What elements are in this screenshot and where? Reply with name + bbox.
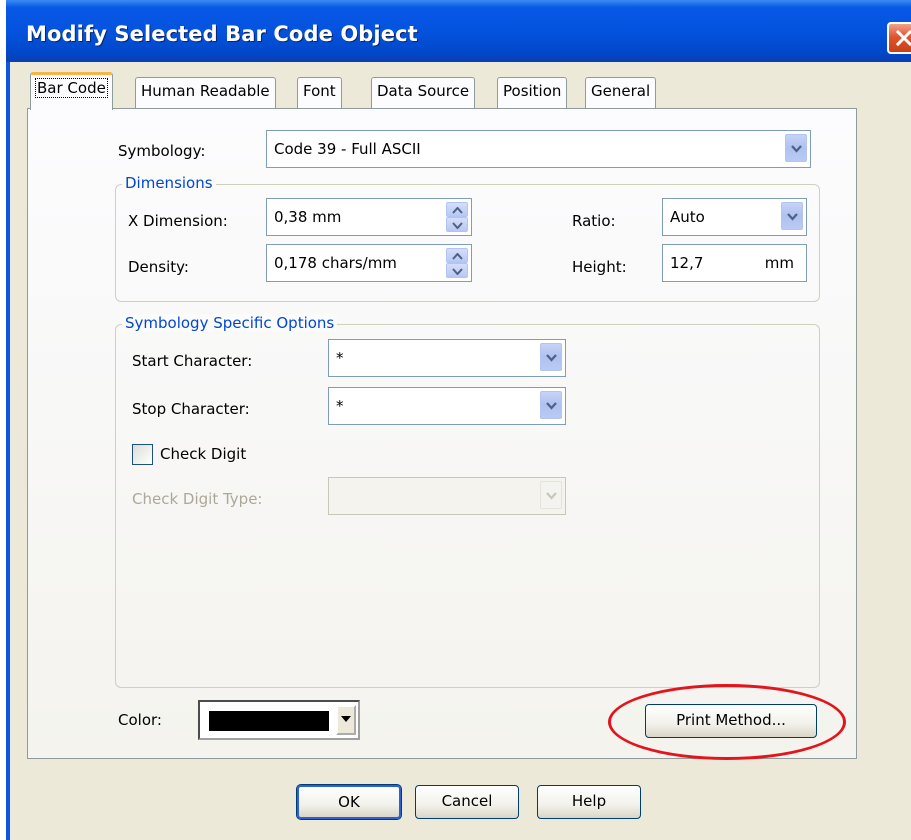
symbology-value: Code 39 - Full ASCII <box>274 140 421 158</box>
color-dropdown-button[interactable] <box>336 705 356 735</box>
title-bar[interactable]: Modify Selected Bar Code Object <box>6 0 911 62</box>
close-icon <box>895 29 911 47</box>
density-label: Density: <box>128 258 189 276</box>
stop-character-value: * <box>336 397 344 415</box>
spin-down-button[interactable] <box>446 263 468 278</box>
spin-down-button[interactable] <box>446 217 468 232</box>
density-spinner[interactable]: 0,178 chars/mm <box>266 244 472 282</box>
chevron-down-icon <box>452 222 463 229</box>
dialog-title: Modify Selected Bar Code Object <box>26 22 418 46</box>
tab-bar-code[interactable]: Bar Code <box>30 72 113 110</box>
color-label: Color: <box>118 711 162 729</box>
chevron-down-icon <box>791 145 802 153</box>
height-unit: mm <box>764 254 794 272</box>
cancel-button[interactable]: Cancel <box>415 785 519 819</box>
spin-up-button[interactable] <box>446 248 468 263</box>
ok-label: OK <box>338 793 360 811</box>
tab-font[interactable]: Font <box>297 77 342 108</box>
density-value: 0,178 chars/mm <box>274 254 397 272</box>
density-spin-buttons[interactable] <box>446 248 468 278</box>
stop-character-select[interactable]: * <box>328 387 566 425</box>
triangle-down-icon <box>341 716 351 722</box>
symbology-options-group-title: Symbology Specific Options <box>122 314 338 332</box>
stop-character-dropdown-button[interactable] <box>540 391 562 419</box>
chevron-down-icon <box>546 402 557 410</box>
stop-character-label: Stop Character: <box>132 400 250 418</box>
height-label: Height: <box>572 258 627 276</box>
ratio-value: Auto <box>670 208 705 226</box>
x-dimension-spinner[interactable]: 0,38 mm <box>266 198 472 236</box>
spin-up-button[interactable] <box>446 202 468 217</box>
check-digit-label[interactable]: Check Digit <box>160 445 246 463</box>
check-digit-type-label: Check Digit Type: <box>132 490 263 508</box>
ratio-label: Ratio: <box>572 212 616 230</box>
chevron-up-icon <box>452 207 463 214</box>
symbology-dropdown-button[interactable] <box>785 134 807 162</box>
chevron-down-icon <box>452 268 463 275</box>
height-input[interactable]: 12,7 mm <box>662 244 807 282</box>
start-character-dropdown-button[interactable] <box>540 343 562 371</box>
tab-human-readable[interactable]: Human Readable <box>135 77 276 108</box>
ratio-select[interactable]: Auto <box>662 198 807 236</box>
x-dimension-label: X Dimension: <box>128 212 228 230</box>
check-digit-type-dropdown-button[interactable] <box>540 481 562 509</box>
print-method-button[interactable]: Print Method... <box>645 704 817 738</box>
start-character-label: Start Character: <box>132 352 253 370</box>
symbology-select[interactable]: Code 39 - Full ASCII <box>266 130 811 168</box>
tab-label: Bar Code <box>35 78 108 98</box>
ratio-dropdown-button[interactable] <box>781 202 803 230</box>
help-button[interactable]: Help <box>537 785 641 819</box>
height-value: 12,7 <box>670 254 704 272</box>
color-swatch <box>209 711 329 731</box>
close-button[interactable] <box>887 22 911 54</box>
tab-label: Position <box>503 82 562 100</box>
tab-general[interactable]: General <box>585 77 657 108</box>
chevron-down-icon <box>546 354 557 362</box>
tab-label: Data Source <box>377 82 470 100</box>
chevron-down-icon <box>787 213 798 221</box>
print-method-label: Print Method... <box>676 711 786 729</box>
tab-label: Human Readable <box>141 82 270 100</box>
x-dimension-spin-buttons[interactable] <box>446 202 468 232</box>
tab-position[interactable]: Position <box>497 77 568 108</box>
start-character-value: * <box>336 349 344 367</box>
check-digit-type-select[interactable] <box>328 477 566 515</box>
dimensions-group-title: Dimensions <box>122 174 216 192</box>
symbology-label: Symbology: <box>118 142 206 160</box>
ok-button[interactable]: OK <box>296 784 402 820</box>
chevron-down-icon <box>546 492 557 500</box>
color-picker[interactable] <box>198 700 360 740</box>
tab-data-source[interactable]: Data Source <box>371 77 476 108</box>
cancel-label: Cancel <box>441 792 493 810</box>
x-dimension-value: 0,38 mm <box>274 208 342 226</box>
start-character-select[interactable]: * <box>328 339 566 377</box>
tab-label: General <box>591 82 651 100</box>
chevron-up-icon <box>452 253 463 260</box>
help-label: Help <box>571 792 607 810</box>
tab-label: Font <box>303 82 336 100</box>
check-digit-checkbox[interactable] <box>132 444 153 465</box>
